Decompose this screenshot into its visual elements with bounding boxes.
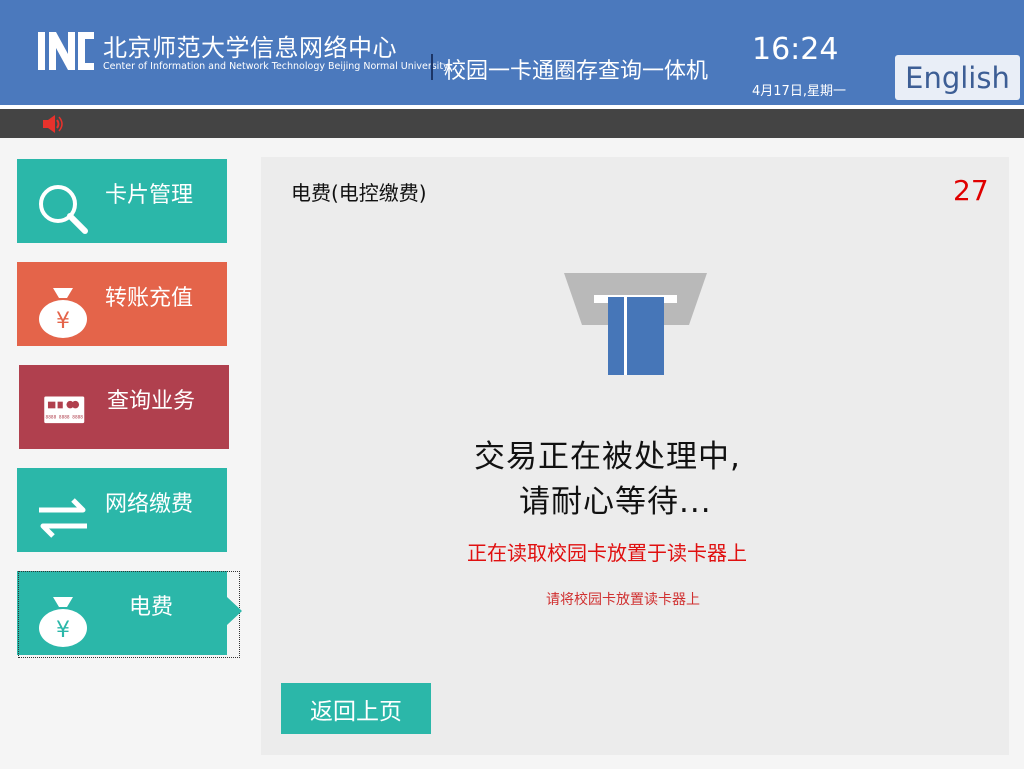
org-name-en: Center of Information and Network Techno… (103, 61, 449, 72)
kiosk-screen: 北京师范大学信息网络中心 Center of Information and N… (0, 0, 1024, 769)
english-language-button[interactable]: English (895, 55, 1020, 100)
menu-label: 卡片管理 (105, 183, 194, 208)
place-card-hint: 请将校园卡放置读卡器上 (546, 592, 700, 608)
bank-card-icon: 8888 8888 8888 (44, 396, 85, 424)
menu-label: 查询业务 (107, 389, 196, 414)
transfer-arrows-icon (39, 498, 87, 538)
reading-card-status: 正在读取校园卡放置于读卡器上 (467, 541, 747, 565)
clock-date: 4月17日,星期一 (752, 84, 846, 99)
inc-logo-icon (38, 32, 94, 70)
money-bag-icon: ¥ (39, 288, 87, 338)
search-icon (39, 185, 88, 234)
menu-label: 网络缴费 (105, 492, 194, 517)
menu-label: 转账充值 (105, 286, 194, 311)
org-name-cn: 北京师范大学信息网络中心 (103, 34, 397, 62)
speaker-icon[interactable] (42, 114, 64, 134)
menu-card-management[interactable]: 卡片管理 (17, 159, 227, 243)
notice-strip (0, 109, 1024, 138)
svg-text:¥: ¥ (56, 309, 70, 334)
back-button[interactable]: 返回上页 (281, 683, 431, 734)
app-title: 校园一卡通圈存查询一体机 (444, 59, 709, 84)
countdown-timer: 27 (953, 174, 989, 207)
svg-text:8888 8888 8888: 8888 8888 8888 (46, 415, 84, 421)
menu-network-payment[interactable]: 网络缴费 (17, 468, 227, 552)
selected-pointer-arrow (227, 597, 242, 625)
wait-message: 请耐心等待... (519, 484, 712, 520)
panel-title: 电费(电控缴费) (291, 181, 427, 205)
header-divider (431, 54, 433, 80)
card-reader-icon (564, 273, 707, 375)
clock-time: 16:24 (752, 32, 839, 67)
processing-message: 交易正在被处理中, (474, 439, 741, 475)
menu-transfer-recharge[interactable]: ¥ 转账充值 (17, 262, 227, 346)
selected-focus-outline (18, 571, 240, 658)
menu-query-business[interactable]: 8888 8888 8888 查询业务 (19, 365, 229, 449)
